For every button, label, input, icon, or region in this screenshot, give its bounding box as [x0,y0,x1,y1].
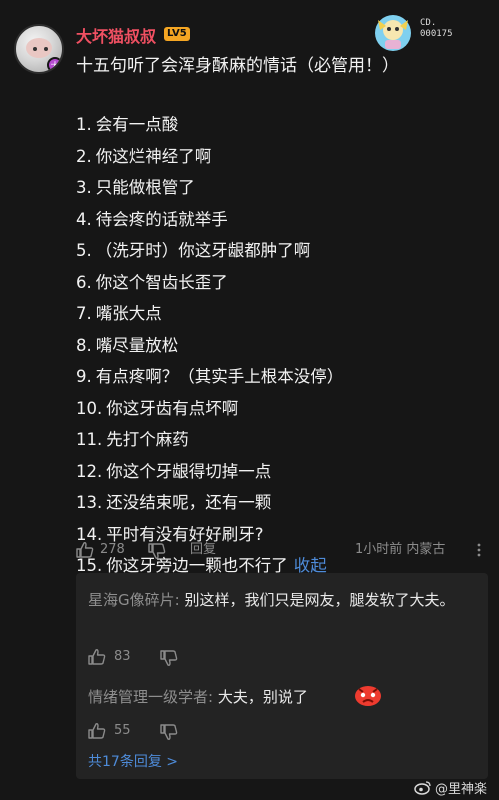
comment-like-count: 278 [100,542,125,557]
comment-line: 6. 你这个智齿长歪了 [76,267,343,299]
reply-like-count: 55 [114,723,131,738]
line-text: （洗牙时）你这牙龈都肿了啊 [95,241,311,260]
more-replies-link[interactable]: 共17条回复 > [88,751,178,771]
line-text: 你这个牙龈得切掉一点 [106,461,272,481]
comment-line: 13. 还没结束呢，还有一颗 [76,487,343,519]
thumbs-up-icon[interactable] [76,541,94,559]
collectible-code: CD. 000175 [420,18,453,40]
line-number: 1. [76,115,92,134]
line-number: 8. [76,335,92,355]
comment-lines: 1. 会有一点酸 2. 你这烂神经了啊 3. 只能做根管了 4. 待会疼的话就举手 5.… [76,109,343,582]
reply-text: 大夫，别说了 [217,688,308,706]
line-text: 嘴张大点 [95,304,162,323]
replies-box: 星海G像碎片: 别这样，我们只是网友，腿发软了大夫。 83 情绪管理一级学者: … [76,573,488,779]
watermark: @里神楽 [414,778,487,797]
line-text: 有点疼啊？（其实手上根本没停） [95,367,344,386]
thumbs-down-icon[interactable] [160,723,178,741]
comment-meta: 1小时前 内蒙古 [355,542,446,557]
comment-page: 大 大坏猫叔叔 LV5 CD. 000175 十五句听了会浑身酥麻的情话（必管用… [0,0,499,800]
comment-line: 7. 嘴张大点 [76,298,343,330]
avatar-face [26,38,52,58]
level-badge: LV5 [164,27,190,41]
watermark-text: @里神楽 [435,782,488,797]
collectible-code-line-2: 000175 [420,29,453,39]
thumbs-down-icon[interactable] [160,649,178,667]
line-text: 你这牙齿有点坏啊 [106,398,239,418]
line-number: 3. [76,178,92,197]
reply-author[interactable]: 情绪管理一级学者 [88,688,208,706]
comment-line: 3. 只能做根管了 [76,172,343,204]
comment-line: 9. 有点疼啊？（其实手上根本没停） [76,361,343,393]
line-number: 10. [76,398,103,418]
avatar-right-eye [44,47,48,51]
comment-line: 5. （洗牙时）你这牙龈都肿了啊 [76,235,343,267]
more-dots-icon[interactable] [472,543,486,557]
comment-line: 4. 待会疼的话就举手 [76,204,343,236]
comment-line: 10. 你这牙齿有点坏啊 [76,393,343,425]
thumbs-up-icon[interactable] [88,722,106,740]
comment-line: 2. 你这烂神经了啊 [76,141,343,173]
reply-actions: 55 [88,721,188,741]
comment-line: 12. 你这个牙龈得切掉一点 [76,456,343,488]
collectible-sticker-icon [375,15,411,51]
reply-colon: : [208,688,218,706]
avatar[interactable]: 大 [14,24,64,74]
reply-item[interactable]: 情绪管理一级学者: 大夫，别说了 [88,685,468,710]
line-number: 7. [76,304,92,323]
line-text: 嘴尽量放松 [95,335,179,355]
angry-face-emoji-icon [355,686,381,706]
line-text: 会有一点酸 [95,115,179,134]
weibo-logo-icon [414,781,431,795]
avatar-badge: 大 [47,57,62,72]
thumbs-up-icon[interactable] [88,648,106,666]
line-number: 11. [76,430,103,449]
avatar-left-eye [33,47,37,51]
reply-button[interactable]: 回复 [190,540,216,560]
reply-colon: : [174,591,185,609]
line-number: 2. [76,146,92,166]
reply-author[interactable]: 星海G像碎片 [88,591,175,609]
comment-line: 8. 嘴尽量放松 [76,330,343,362]
line-number: 12. [76,461,103,481]
reply-like-count: 83 [114,649,131,664]
line-number: 5. [76,241,92,260]
line-number: 6. [76,272,92,292]
reply-actions: 83 [88,647,188,667]
line-number: 4. [76,209,92,229]
reply-item[interactable]: 星海G像碎片: 别这样，我们只是网友，腿发软了大夫。 [88,588,468,613]
line-text: 先打个麻药 [106,430,189,449]
comment-line: 1. 会有一点酸 [76,109,343,141]
username[interactable]: 大坏猫叔叔 [76,23,156,47]
line-text: 还没结束呢，还有一颗 [106,493,272,512]
line-text: 你这烂神经了啊 [95,146,212,166]
comment-line: 11. 先打个麻药 [76,424,343,456]
comment-title: 十五句听了会浑身酥麻的情话（必管用！） [76,56,399,76]
line-text: 你这个智齿长歪了 [95,272,228,292]
line-number: 13. [76,493,103,512]
collectible-code-line-1: CD. [420,18,437,28]
reply-text: 别这样，我们只是网友，腿发软了大夫。 [184,591,455,609]
comment-actions: 278 回复 1小时前 内蒙古 [76,540,488,560]
line-text: 待会疼的话就举手 [95,209,228,229]
thumbs-down-icon[interactable] [148,542,166,560]
line-number: 9. [76,367,92,386]
line-text: 只能做根管了 [95,178,195,197]
